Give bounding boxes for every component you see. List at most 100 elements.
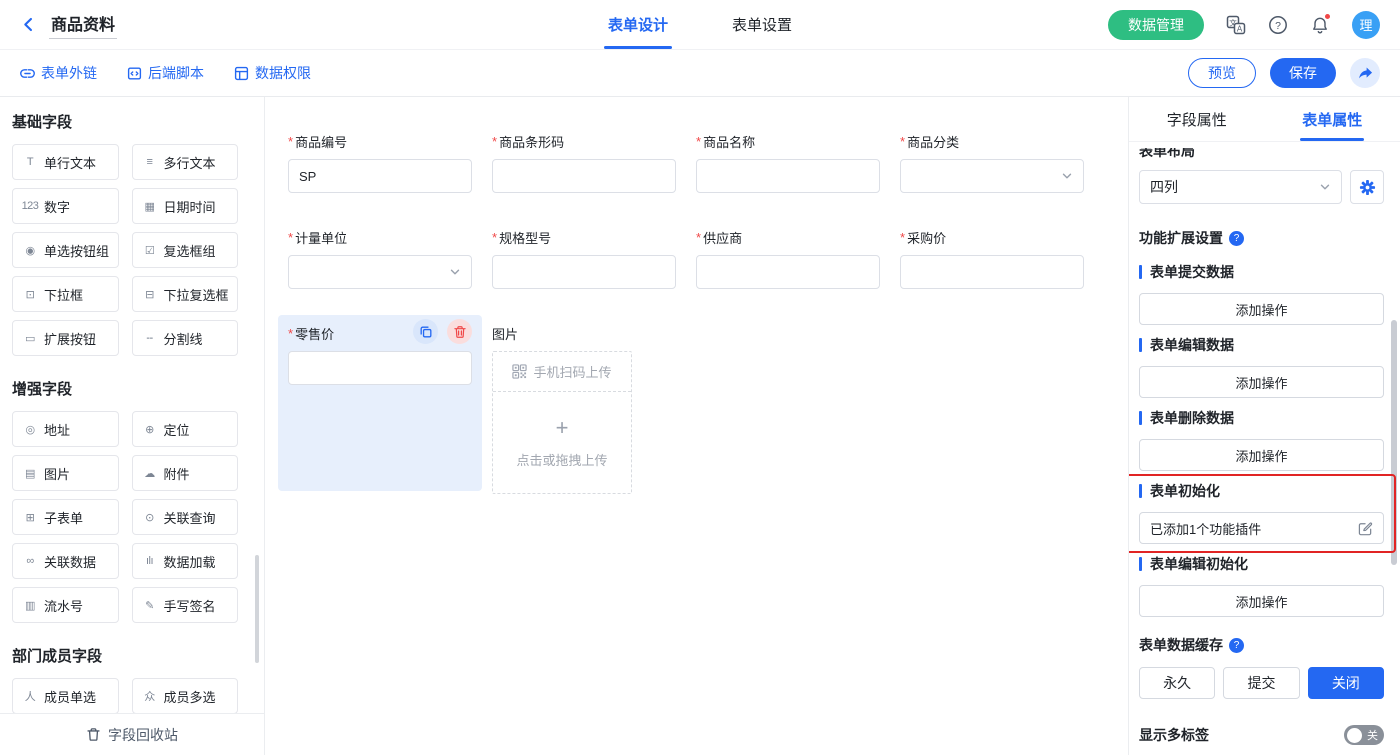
text-input[interactable] [492, 159, 676, 193]
sidebar-item-divider[interactable]: ╌分割线 [132, 320, 239, 356]
form-layout-row: 四列 [1139, 170, 1384, 204]
canvas-field[interactable]: *规格型号 [482, 219, 686, 299]
bell-icon[interactable] [1310, 15, 1330, 35]
canvas-field[interactable]: 图片手机扫码上传+点击或拖拽上传 [482, 315, 686, 504]
sidebar-item-single-line-text[interactable]: T单行文本 [12, 144, 119, 180]
sidebar-item-serial-number[interactable]: ▥流水号 [12, 587, 119, 623]
tab-field-properties[interactable]: 字段属性 [1129, 97, 1265, 141]
text-input[interactable] [288, 351, 472, 385]
sidebar-item-attachment[interactable]: ☁附件 [132, 455, 239, 491]
sidebar-item-multi-line-text[interactable]: ≡多行文本 [132, 144, 239, 180]
sidebar-item-signature[interactable]: ✎手写签名 [132, 587, 239, 623]
sidebar-item-datetime[interactable]: ▦日期时间 [132, 188, 239, 224]
sidebar-item-radio-group[interactable]: ◉单选按钮组 [12, 232, 119, 268]
text-input[interactable]: SP [288, 159, 472, 193]
sidebar-item-linked-data[interactable]: ∞关联数据 [12, 543, 119, 579]
plugin-field[interactable]: 已添加1个功能插件 [1139, 512, 1384, 544]
chevron-down-icon [449, 266, 461, 278]
sidebar-item-address[interactable]: ◎地址 [12, 411, 119, 447]
tab-form-settings[interactable]: 表单设置 [728, 0, 796, 49]
help-question-icon[interactable]: ? [1229, 231, 1244, 246]
select-input[interactable] [288, 255, 472, 289]
add-action-button[interactable]: 添加操作 [1139, 366, 1384, 398]
cache-close-button[interactable]: 关闭 [1308, 667, 1384, 699]
app-header: 商品资料 表单设计 表单设置 数据管理 文A ? 理 [0, 0, 1400, 50]
script-icon [127, 66, 142, 81]
text-input[interactable] [696, 159, 880, 193]
qr-code-icon [512, 364, 527, 379]
sidebar-item-dropdown[interactable]: ⊡下拉框 [12, 276, 119, 312]
canvas-field[interactable]: *商品分类 [890, 123, 1094, 203]
sidebar-item-dropdown-multi[interactable]: ⊟下拉复选框 [132, 276, 239, 312]
checkbox-group-icon: ☑ [141, 244, 159, 257]
translate-icon[interactable]: 文A [1226, 15, 1246, 35]
data-permission-link[interactable]: 数据权限 [234, 63, 311, 83]
chevron-down-icon [1319, 181, 1331, 193]
text-input[interactable] [900, 255, 1084, 289]
tab-form-properties[interactable]: 表单属性 [1265, 97, 1400, 141]
svg-text:?: ? [1275, 19, 1281, 31]
share-button[interactable] [1350, 58, 1380, 88]
select-input[interactable] [900, 159, 1084, 193]
sidebar-scrollbar[interactable] [255, 555, 259, 663]
signature-icon: ✎ [141, 599, 159, 612]
panel-sections: 表单提交数据添加操作表单编辑数据添加操作表单删除数据添加操作表单初始化已添加1个… [1139, 262, 1384, 617]
text-input[interactable] [696, 255, 880, 289]
add-action-button[interactable]: 添加操作 [1139, 439, 1384, 471]
layout-settings-button[interactable] [1350, 170, 1384, 204]
back-button[interactable] [20, 16, 37, 33]
help-icon[interactable]: ? [1268, 15, 1288, 35]
member-single-icon: 人 [21, 688, 39, 704]
data-manage-button[interactable]: 数据管理 [1108, 10, 1204, 40]
sidebar-item-checkbox-group[interactable]: ☑复选框组 [132, 232, 239, 268]
panel-scrollbar[interactable] [1391, 320, 1397, 565]
required-mark: * [288, 326, 293, 341]
canvas-field[interactable]: *计量单位 [278, 219, 482, 299]
field-recycle-bin[interactable]: 字段回收站 [0, 713, 264, 755]
address-icon: ◎ [21, 423, 39, 436]
edit-icon[interactable] [1358, 521, 1373, 536]
cache-submit-button[interactable]: 提交 [1223, 667, 1299, 699]
attachment-icon: ☁ [141, 467, 159, 480]
delete-field-button[interactable] [447, 319, 472, 344]
canvas-field[interactable]: *商品编号 SP [278, 123, 482, 203]
canvas-field[interactable]: *商品名称 [686, 123, 890, 203]
sidebar-item-number[interactable]: 123数字 [12, 188, 119, 224]
scan-upload-button[interactable]: 手机扫码上传 [493, 352, 631, 392]
canvas-field[interactable]: *供应商 [686, 219, 890, 299]
sidebar-item-location[interactable]: ⊕定位 [132, 411, 239, 447]
sidebar-item-data-load[interactable]: ılı数据加载 [132, 543, 239, 579]
save-button[interactable]: 保存 [1270, 58, 1336, 88]
extension-settings-title: 功能扩展设置 ? [1139, 228, 1384, 248]
field-label: *商品名称 [696, 131, 880, 151]
text-input[interactable] [492, 255, 676, 289]
click-upload-area[interactable]: +点击或拖拽上传 [493, 392, 631, 493]
backend-script-link[interactable]: 后端脚本 [127, 63, 204, 83]
multi-tab-row: 显示多标签 关 [1139, 725, 1384, 745]
layout-select[interactable]: 四列 [1139, 170, 1342, 204]
sidebar-item-subform[interactable]: ⊞子表单 [12, 499, 119, 535]
canvas-field[interactable]: *零售价 [278, 315, 482, 491]
help-question-icon[interactable]: ? [1229, 638, 1244, 653]
field-label: *商品编号 [288, 131, 472, 151]
sidebar-item-linked-query[interactable]: ⊙关联查询 [132, 499, 239, 535]
cache-permanent-button[interactable]: 永久 [1139, 667, 1215, 699]
form-external-link[interactable]: 表单外链 [20, 63, 97, 83]
canvas-field[interactable]: *商品条形码 [482, 123, 686, 203]
sidebar-item-member-single[interactable]: 人成员单选 [12, 678, 119, 714]
field-label: *计量单位 [288, 227, 472, 247]
copy-field-button[interactable] [413, 319, 438, 344]
canvas-grid: *商品编号 SP *商品条形码 *商品名称 *商品分类 *计量单位 *规格型号*供应商*采购… [278, 123, 1128, 504]
sidebar-item-image[interactable]: ▤图片 [12, 455, 119, 491]
sidebar-item-member-multi[interactable]: 众成员多选 [132, 678, 239, 714]
page-title[interactable]: 商品资料 [49, 11, 117, 39]
avatar[interactable]: 理 [1352, 11, 1380, 39]
add-action-button[interactable]: 添加操作 [1139, 293, 1384, 325]
canvas-field[interactable]: *采购价 [890, 219, 1094, 299]
preview-button[interactable]: 预览 [1188, 58, 1256, 88]
add-action-button[interactable]: 添加操作 [1139, 585, 1384, 617]
multi-tab-toggle[interactable]: 关 [1344, 725, 1384, 745]
field-label: 图片 [492, 323, 676, 343]
tab-form-design[interactable]: 表单设计 [604, 0, 672, 49]
sidebar-item-extend-button[interactable]: ▭扩展按钮 [12, 320, 119, 356]
